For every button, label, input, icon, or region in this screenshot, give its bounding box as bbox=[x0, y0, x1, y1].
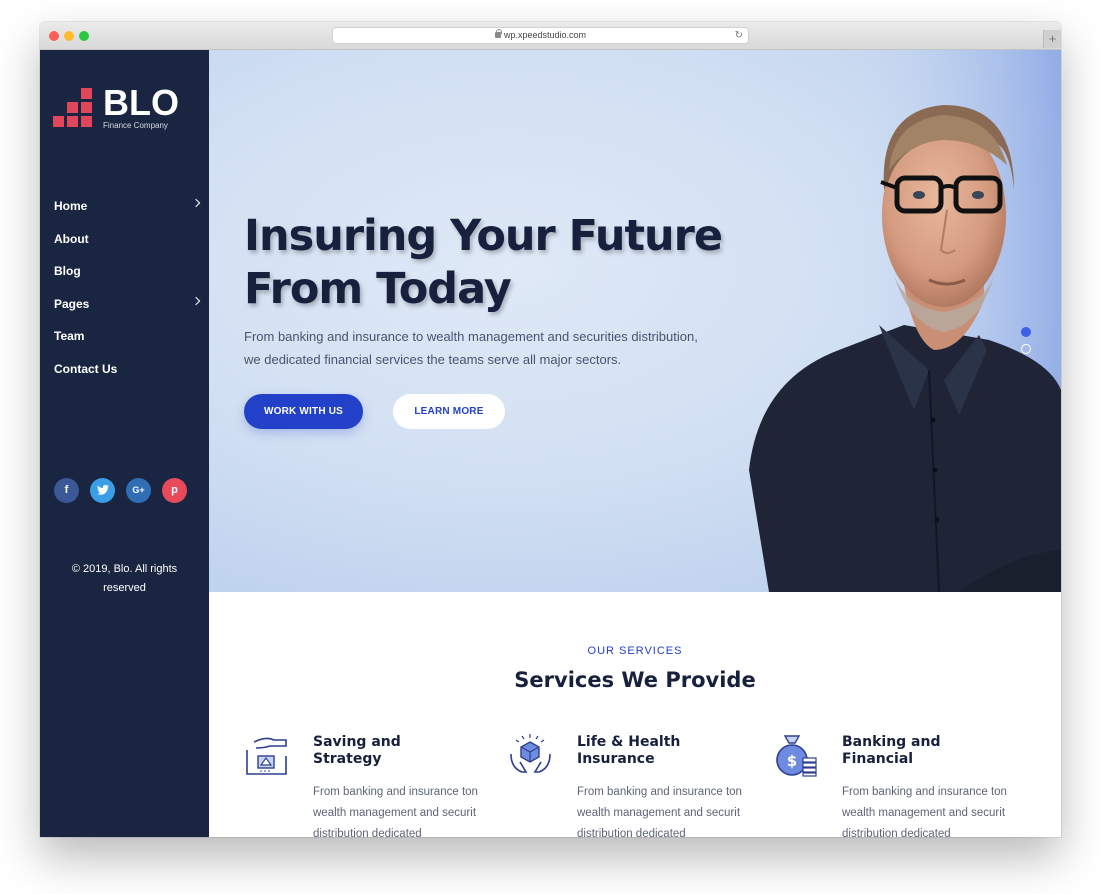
logo[interactable]: BLO Finance Company bbox=[53, 84, 193, 130]
google-plus-icon[interactable]: G+ bbox=[126, 478, 151, 503]
nav-item-label: Team bbox=[54, 329, 85, 344]
service-title-line: Financial bbox=[842, 751, 914, 767]
nav-item-pages[interactable]: Pages bbox=[54, 294, 201, 327]
slider-dot-1[interactable] bbox=[1021, 327, 1031, 337]
chevron-right-icon bbox=[191, 198, 201, 208]
service-title: Saving and Strategy bbox=[313, 734, 463, 768]
services-section: OUR SERVICES Services We Provide Saving … bbox=[209, 592, 1061, 837]
nav-item-label: Blog bbox=[54, 264, 81, 279]
logo-tagline: Finance Company bbox=[103, 121, 168, 130]
facebook-icon[interactable]: f bbox=[54, 478, 79, 503]
slider-dot-2[interactable] bbox=[1021, 344, 1031, 354]
nav-item-label: About bbox=[54, 231, 89, 246]
service-title-line: Insurance bbox=[577, 751, 655, 767]
hero-description-line: we dedicated financial services the team… bbox=[244, 352, 622, 367]
hero-person-image bbox=[749, 50, 1061, 592]
hero-description: From banking and insurance to wealth man… bbox=[244, 325, 714, 371]
service-card[interactable]: Saving and Strategy From banking and ins… bbox=[244, 732, 494, 837]
work-with-us-button[interactable]: WORK WITH US bbox=[244, 394, 363, 429]
close-window-icon[interactable] bbox=[49, 31, 59, 41]
services-title: Services We Provide bbox=[514, 668, 756, 692]
copyright-line: © 2019, Blo. All rights bbox=[71, 563, 178, 575]
main-nav: Home About Blog Pages Team Contact Us bbox=[54, 196, 201, 392]
services-eyebrow: OUR SERVICES bbox=[587, 645, 683, 657]
money-bag-icon: $ bbox=[776, 735, 817, 777]
browser-titlebar: wp.xpeedstudio.com ↻ + bbox=[40, 22, 1061, 50]
service-title-line: Saving and bbox=[313, 734, 401, 750]
savings-hand-icon bbox=[246, 737, 287, 775]
nav-item-blog[interactable]: Blog bbox=[54, 261, 199, 294]
address-bar[interactable]: wp.xpeedstudio.com ↻ bbox=[332, 27, 749, 44]
copyright-line: reserved bbox=[103, 582, 146, 594]
nav-item-label: Contact Us bbox=[54, 361, 118, 376]
new-tab-button[interactable]: + bbox=[1043, 30, 1061, 48]
browser-window: wp.xpeedstudio.com ↻ + BLO Finance Compa… bbox=[40, 22, 1061, 837]
address-bar-url: wp.xpeedstudio.com bbox=[503, 30, 587, 40]
health-insurance-icon bbox=[510, 734, 551, 773]
hero-title: Insuring Your Future From Today bbox=[244, 210, 764, 316]
learn-more-button[interactable]: LEARN MORE bbox=[393, 394, 505, 429]
chevron-right-icon bbox=[191, 296, 201, 306]
nav-item-about[interactable]: About bbox=[54, 229, 199, 262]
maximize-window-icon[interactable] bbox=[79, 31, 89, 41]
logo-name: BLO bbox=[103, 82, 179, 123]
nav-item-home[interactable]: Home bbox=[54, 196, 201, 229]
service-title-line: Strategy bbox=[313, 751, 382, 767]
reload-icon[interactable]: ↻ bbox=[735, 28, 743, 43]
nav-item-label: Home bbox=[54, 199, 88, 213]
copyright: © 2019, Blo. All rights reserved bbox=[40, 560, 209, 598]
hero-title-line: Insuring Your Future bbox=[244, 211, 723, 261]
service-title: Banking and Financial bbox=[842, 734, 992, 768]
service-description: From banking and insurance ton wealth ma… bbox=[842, 786, 1007, 837]
service-description: From banking and insurance ton wealth ma… bbox=[313, 786, 478, 837]
minimize-window-icon[interactable] bbox=[64, 31, 74, 41]
svg-text:$: $ bbox=[787, 752, 797, 770]
pinterest-icon[interactable]: p bbox=[162, 478, 187, 503]
service-title-line: Life & Health bbox=[577, 734, 681, 750]
nav-item-contact-us[interactable]: Contact Us bbox=[54, 359, 199, 392]
hero-section: Insuring Your Future From Today From ban… bbox=[209, 50, 1061, 592]
sidebar: BLO Finance Company Home About Blog Page… bbox=[40, 50, 209, 837]
service-card[interactable]: Life & Health Insurance From banking and… bbox=[508, 732, 758, 837]
service-title-line: Banking and bbox=[842, 734, 941, 750]
nav-item-label: Pages bbox=[54, 296, 90, 311]
hero-description-line: From banking and insurance to wealth man… bbox=[244, 329, 698, 344]
hero-title-line: From Today bbox=[244, 264, 512, 314]
twitter-icon[interactable] bbox=[90, 478, 115, 503]
lock-icon bbox=[494, 29, 502, 38]
nav-item-team[interactable]: Team bbox=[54, 326, 199, 359]
service-title: Life & Health Insurance bbox=[577, 734, 727, 768]
service-description: From banking and insurance ton wealth ma… bbox=[577, 786, 742, 837]
service-card[interactable]: $ Banking and Financial From banking and… bbox=[773, 732, 1023, 837]
logo-bars-icon bbox=[53, 88, 93, 128]
